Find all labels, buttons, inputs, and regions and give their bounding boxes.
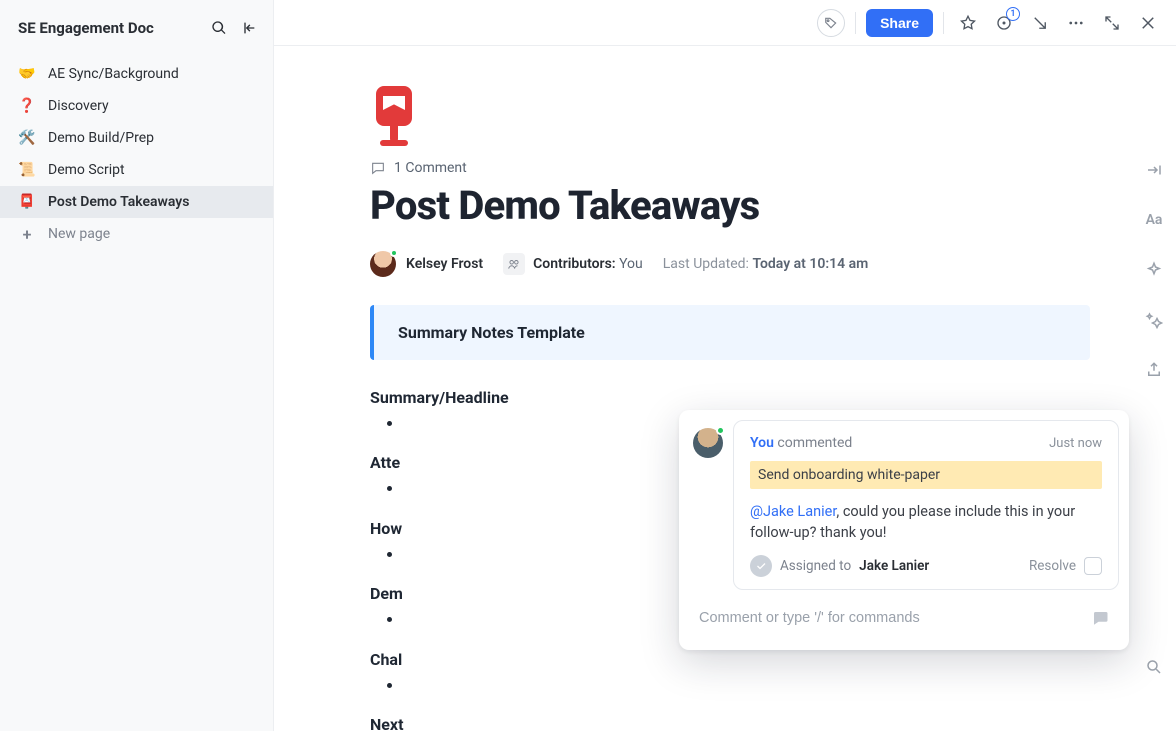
sidebar-item-demo-script[interactable]: 📜 Demo Script bbox=[0, 154, 273, 186]
postbox-icon: 📮 bbox=[18, 194, 36, 210]
scroll-icon: 📜 bbox=[18, 162, 36, 178]
comment-highlight: Send onboarding white-paper bbox=[750, 461, 1102, 489]
comment-card: You commented Just now Send onboarding w… bbox=[733, 420, 1119, 590]
sidebar-item-label: Discovery bbox=[48, 98, 109, 114]
resolve-checkbox[interactable] bbox=[1084, 557, 1102, 575]
sidebar-item-post-demo[interactable]: 📮 Post Demo Takeaways bbox=[0, 186, 273, 218]
typography-icon[interactable]: Aa bbox=[1140, 206, 1168, 234]
updated-value: Today at 10:14 am bbox=[752, 256, 868, 272]
divider bbox=[855, 12, 856, 34]
share-button[interactable]: Share bbox=[866, 9, 933, 37]
author-name: Kelsey Frost bbox=[406, 256, 483, 272]
sidebar-item-label: AE Sync/Background bbox=[48, 66, 179, 82]
comment-input[interactable] bbox=[695, 600, 1075, 636]
updated-label: Last Updated: bbox=[663, 256, 749, 272]
tools-icon: 🛠️ bbox=[18, 130, 36, 146]
comment-message: @Jake Lanier, could you please include t… bbox=[750, 501, 1102, 543]
section-summary[interactable]: Summary/Headline bbox=[370, 388, 1090, 407]
new-page-label: New page bbox=[48, 226, 110, 242]
sidebar: SE Engagement Doc 🤝 AE Sync/Background ❓… bbox=[0, 0, 274, 731]
sidebar-item-label: Post Demo Takeaways bbox=[48, 194, 189, 210]
collapse-sidebar-icon[interactable] bbox=[237, 16, 261, 40]
tag-icon[interactable] bbox=[817, 9, 845, 37]
more-icon[interactable] bbox=[1062, 9, 1090, 37]
assigned-label: Assigned to bbox=[780, 558, 851, 574]
download-icon[interactable] bbox=[1026, 9, 1054, 37]
comment-count-label: 1 Comment bbox=[394, 160, 467, 176]
sidebar-item-label: Demo Script bbox=[48, 162, 125, 178]
sidebar-item-ae-sync[interactable]: 🤝 AE Sync/Background bbox=[0, 58, 273, 90]
contributors-value: You bbox=[619, 256, 643, 272]
resolve-label: Resolve bbox=[1029, 558, 1076, 574]
page-title[interactable]: Post Demo Takeaways bbox=[370, 182, 1090, 229]
search-icon[interactable] bbox=[207, 16, 231, 40]
comment-author: You bbox=[750, 435, 774, 451]
handshake-icon: 🤝 bbox=[18, 66, 36, 82]
sidebar-item-label: Demo Build/Prep bbox=[48, 130, 154, 146]
star-icon[interactable] bbox=[954, 9, 982, 37]
avatar bbox=[370, 251, 396, 277]
sidebar-item-discovery[interactable]: ❓ Discovery bbox=[0, 90, 273, 122]
sidebar-item-demo-build[interactable]: 🛠️ Demo Build/Prep bbox=[0, 122, 273, 154]
indent-icon[interactable] bbox=[1140, 156, 1168, 184]
assignee[interactable]: Jake Lanier bbox=[859, 558, 929, 574]
main: Share 1 bbox=[274, 0, 1176, 731]
comment-count[interactable]: 1 Comment bbox=[370, 160, 1090, 176]
expand-icon[interactable] bbox=[1098, 9, 1126, 37]
sidebar-nav: 🤝 AE Sync/Background ❓ Discovery 🛠️ Demo… bbox=[0, 54, 273, 254]
check-icon[interactable] bbox=[750, 555, 772, 577]
topbar: Share 1 bbox=[274, 0, 1176, 46]
rail-search-icon[interactable] bbox=[1140, 653, 1168, 681]
comment-time: Just now bbox=[1049, 436, 1102, 451]
close-icon[interactable] bbox=[1134, 9, 1162, 37]
sparkle-icon[interactable] bbox=[1140, 306, 1168, 334]
contributors-label: Contributors: bbox=[533, 256, 615, 272]
contributors[interactable]: Contributors: You bbox=[503, 253, 643, 275]
share-up-icon[interactable] bbox=[1140, 356, 1168, 384]
section-next[interactable]: Next bbox=[370, 715, 1090, 731]
empty-bullet[interactable] bbox=[404, 671, 1090, 701]
ai-icon[interactable] bbox=[1140, 256, 1168, 284]
doc-title: SE Engagement Doc bbox=[18, 19, 201, 37]
comment-popover: You commented Just now Send onboarding w… bbox=[679, 410, 1129, 650]
callout-summary-template[interactable]: Summary Notes Template bbox=[370, 305, 1090, 360]
author[interactable]: Kelsey Frost bbox=[370, 251, 483, 277]
sidebar-header: SE Engagement Doc bbox=[0, 12, 273, 54]
last-updated: Last Updated: Today at 10:14 am bbox=[663, 256, 869, 272]
people-icon bbox=[503, 253, 525, 275]
comment-input-row bbox=[695, 600, 1115, 636]
comment-action: commented bbox=[777, 435, 852, 451]
new-page-button[interactable]: + New page bbox=[0, 218, 273, 250]
send-icon[interactable] bbox=[1085, 605, 1115, 631]
right-rail: Aa bbox=[1132, 46, 1176, 731]
mention[interactable]: @Jake Lanier bbox=[750, 503, 836, 520]
notification-badge: 1 bbox=[1006, 7, 1020, 21]
plus-icon: + bbox=[18, 225, 36, 244]
meta-row: Kelsey Frost Contributors: You Last Upda… bbox=[370, 251, 1090, 277]
question-icon: ❓ bbox=[18, 98, 36, 114]
divider bbox=[943, 12, 944, 34]
section-challenges[interactable]: Chal bbox=[370, 650, 1090, 669]
notification-icon[interactable]: 1 bbox=[990, 9, 1018, 37]
avatar[interactable] bbox=[693, 428, 723, 458]
page-emoji-postbox[interactable] bbox=[370, 86, 420, 146]
